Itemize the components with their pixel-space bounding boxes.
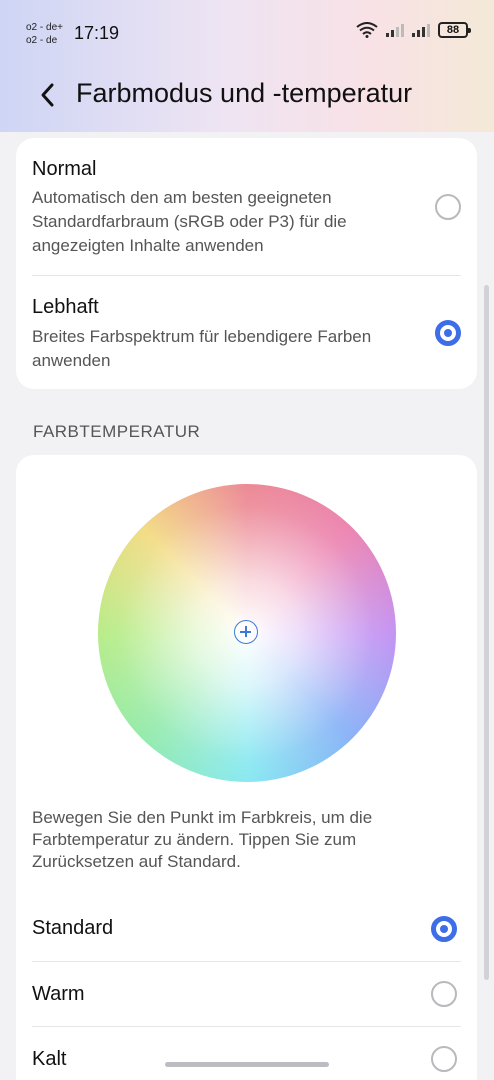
carrier-line-1: o2 - de+ bbox=[26, 22, 63, 33]
status-icons: 88 bbox=[356, 22, 471, 38]
color-wheel-handle[interactable] bbox=[234, 620, 258, 644]
radio-lebhaft[interactable] bbox=[435, 320, 461, 346]
divider bbox=[32, 275, 461, 276]
radio-kalt[interactable] bbox=[431, 1046, 457, 1072]
scrollbar[interactable] bbox=[484, 285, 489, 980]
carrier-line-2: o2 - de bbox=[26, 35, 58, 46]
divider bbox=[32, 961, 461, 962]
battery-icon: 88 bbox=[438, 22, 471, 38]
screen: o2 - de+ o2 - de 17:19 88 Farbmodus und … bbox=[0, 0, 494, 1080]
signal-icon-2 bbox=[412, 23, 430, 37]
option-warm-label: Warm bbox=[32, 983, 85, 1005]
radio-normal[interactable] bbox=[435, 194, 461, 220]
divider bbox=[32, 1026, 461, 1027]
option-lebhaft-title: Lebhaft bbox=[32, 296, 99, 318]
option-standard-label: Standard bbox=[32, 917, 114, 939]
chevron-left-icon[interactable] bbox=[36, 80, 62, 110]
option-normal-description: Automatisch den am besten geeigneten Sta… bbox=[32, 188, 347, 255]
radio-standard[interactable] bbox=[431, 916, 457, 942]
carrier-info: o2 - de+ o2 - de bbox=[26, 21, 63, 47]
option-kalt-label: Kalt bbox=[32, 1048, 67, 1070]
option-normal-title: Normal bbox=[32, 158, 97, 180]
status-bar: o2 - de+ o2 - de 17:19 88 bbox=[0, 0, 494, 64]
wifi-icon bbox=[356, 22, 378, 38]
color-wheel-hint: Bewegen Sie den Punkt im Farbkreis, um d… bbox=[32, 808, 373, 871]
clock: 17:19 bbox=[74, 23, 120, 43]
color-temperature-card: Bewegen Sie den Punkt im Farbkreis, um d… bbox=[16, 455, 477, 1080]
color-wheel[interactable] bbox=[98, 484, 396, 782]
home-indicator[interactable] bbox=[165, 1062, 329, 1067]
title-bar: Farbmodus und -temperatur bbox=[0, 72, 494, 118]
radio-warm[interactable] bbox=[431, 981, 457, 1007]
option-lebhaft-description: Breites Farbspektrum für lebendigere Far… bbox=[32, 327, 372, 370]
section-label-farbtemperatur: FARBTEMPERATUR bbox=[33, 422, 201, 441]
page-title: Farbmodus und -temperatur bbox=[76, 78, 413, 108]
signal-icon bbox=[386, 23, 404, 37]
color-mode-card: Normal Automatisch den am besten geeigne… bbox=[16, 138, 477, 389]
